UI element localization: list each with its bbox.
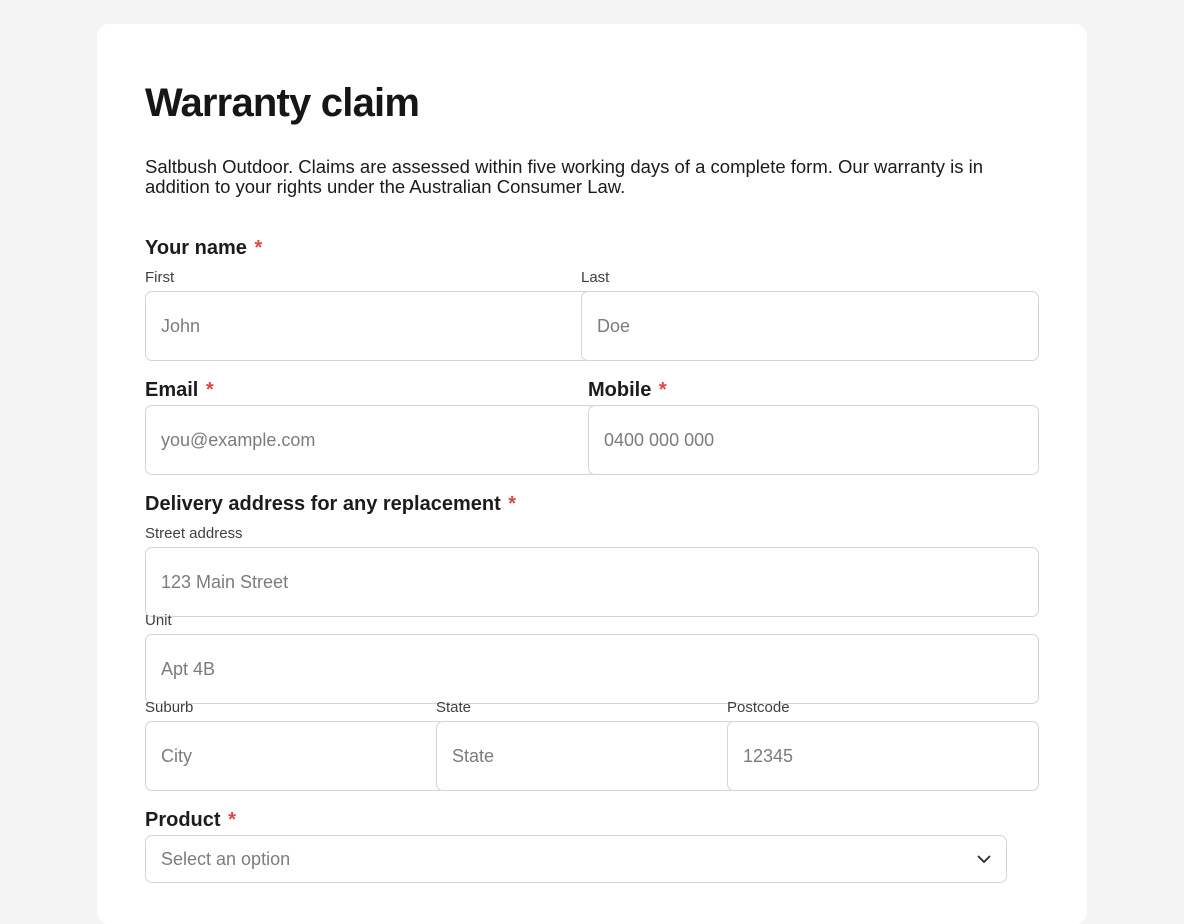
last-name-placeholder: Doe: [597, 315, 631, 336]
page-title: Warranty claim: [145, 81, 420, 125]
state-input[interactable]: State: [436, 721, 736, 791]
mobile-label: Mobile *: [588, 378, 667, 402]
first-name-placeholder: John: [161, 315, 201, 336]
street-address-label: Street address: [145, 525, 243, 542]
postcode-label: Postcode: [727, 699, 790, 716]
address-question-text: Delivery address for any replacement: [145, 493, 501, 515]
last-name-input[interactable]: Doe: [581, 291, 1039, 361]
mobile-placeholder: 0400 000 000: [604, 429, 715, 450]
unit-input[interactable]: Apt 4B: [145, 634, 1039, 704]
state-label: State: [436, 699, 472, 716]
product-select-value: Select an option: [161, 848, 291, 869]
suburb-label: Suburb: [145, 699, 194, 716]
first-name-label: First: [145, 269, 175, 286]
email-placeholder: you@example.com: [161, 429, 316, 450]
required-marker: *: [658, 379, 667, 401]
postcode-placeholder: 12345: [743, 745, 794, 766]
product-select[interactable]: Select an option: [145, 835, 1007, 883]
required-marker: *: [508, 493, 517, 515]
required-marker: *: [228, 809, 236, 831]
last-name-label: Last: [581, 269, 610, 286]
email-label-text: Email: [145, 379, 199, 401]
suburb-input[interactable]: City: [145, 721, 445, 791]
mobile-field[interactable]: 0400 000 000: [588, 405, 1039, 475]
name-question-label: Your name *: [145, 236, 262, 260]
email-field[interactable]: you@example.com: [145, 405, 599, 475]
required-marker: *: [254, 237, 263, 259]
unit-label: Unit: [145, 612, 172, 629]
required-marker: *: [205, 379, 214, 401]
street-address-input[interactable]: 123 Main Street: [145, 547, 1039, 617]
mobile-label-text: Mobile: [588, 379, 652, 401]
postcode-input[interactable]: 12345: [727, 721, 1039, 791]
state-placeholder: State: [452, 745, 495, 766]
form-description: Saltbush Outdoor. Claims are assessed wi…: [145, 156, 983, 197]
street-address-placeholder: 123 Main Street: [161, 571, 289, 592]
product-label-text: Product: [145, 809, 221, 831]
product-label: Product *: [145, 808, 236, 832]
suburb-placeholder: City: [161, 745, 192, 766]
unit-placeholder: Apt 4B: [161, 658, 216, 679]
email-label: Email *: [145, 378, 214, 402]
name-question-text: Your name: [145, 237, 247, 259]
address-question-label: Delivery address for any replacement *: [145, 492, 516, 516]
first-name-input[interactable]: John: [145, 291, 591, 361]
chevron-down-icon: [977, 852, 991, 866]
